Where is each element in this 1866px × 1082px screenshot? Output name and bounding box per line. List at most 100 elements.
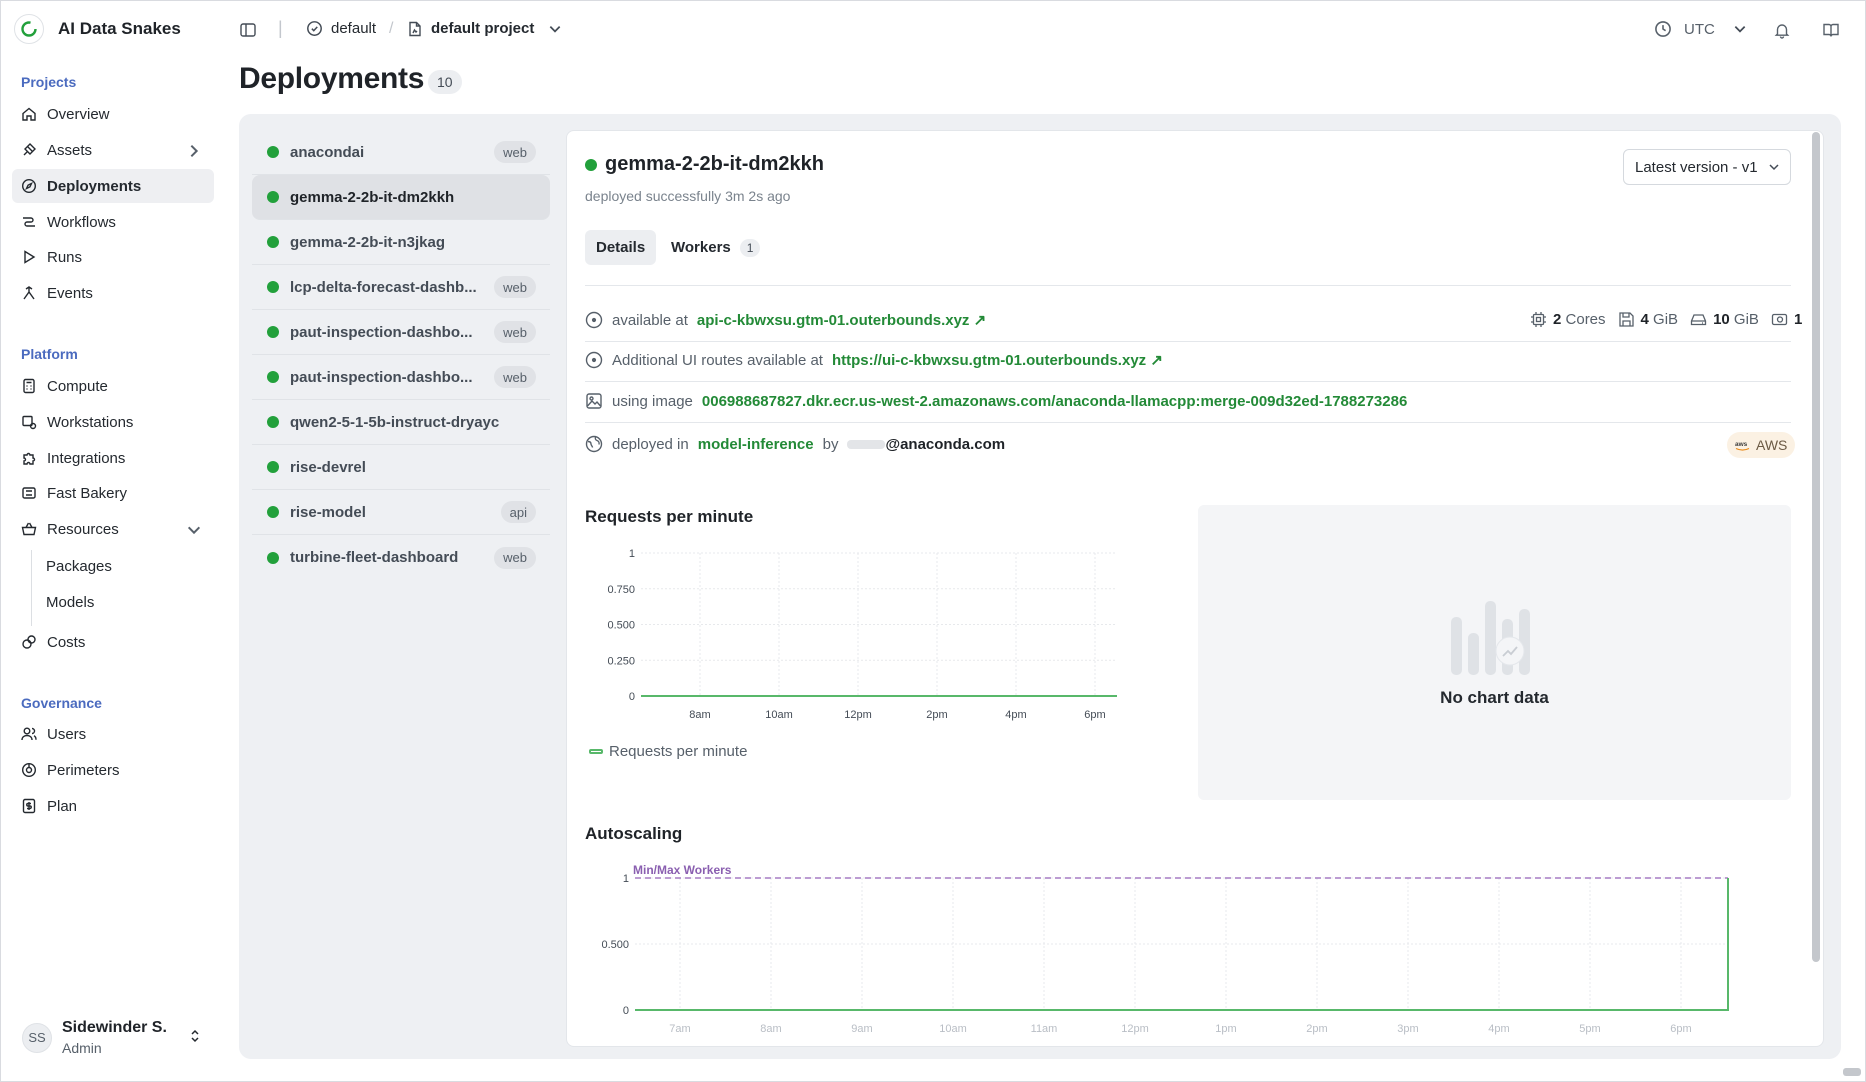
deployment-row[interactable]: turbine-fleet-dashboard web [252, 535, 550, 580]
sidebar-item-label: Deployments [47, 177, 142, 195]
sidebar-item-compute[interactable]: Compute [12, 369, 214, 403]
autoscaling-chart-title: Autoscaling [585, 824, 683, 843]
deployer-domain: @anaconda.com [885, 435, 1006, 453]
deployment-row[interactable]: gemma-2-2b-it-n3jkag [252, 220, 550, 265]
deployment-tag: web [494, 321, 536, 343]
sidebar-item-label: Overview [47, 105, 110, 123]
empty-chart-text: No chart data [1440, 688, 1549, 707]
perimeter-link[interactable]: model-inference [698, 436, 814, 453]
deployment-name: gemma-2-2b-it-n3jkag [290, 233, 446, 251]
deployment-row[interactable]: gemma-2-2b-it-dm2kkh [252, 175, 550, 220]
memory-value: 4 [1640, 311, 1649, 328]
sidebar-item-label: Events [47, 284, 93, 302]
status-dot [267, 416, 279, 428]
sidebar-item-assets[interactable]: Assets [12, 133, 214, 167]
deployment-row[interactable]: rise-model api [252, 490, 550, 535]
home-icon [22, 107, 36, 121]
divider [585, 285, 1791, 286]
users-icon [21, 727, 37, 741]
y-tick-label: 0.750 [607, 584, 635, 596]
sidebar-item-resources[interactable]: Resources [12, 512, 214, 546]
endpoint-link[interactable]: api-c-kbwxsu.gtm-01.outerbounds.xyz ↗ [697, 311, 986, 329]
endpoint-icon [585, 311, 603, 329]
clock-icon [1655, 21, 1671, 37]
sidebar-item-plan[interactable]: Plan [12, 789, 214, 823]
external-link-icon: ↗ [973, 312, 987, 329]
deployment-name: anacondai [290, 143, 365, 161]
sidebar-subitem-models[interactable]: Models [46, 594, 94, 611]
sidebar-item-label: Users [47, 725, 87, 743]
sidebar-item-users[interactable]: Users [12, 717, 214, 751]
horizontal-scrollbar[interactable] [1843, 1068, 1861, 1076]
aws-logo-icon: aws [1735, 441, 1750, 451]
sidebar-item-label: Costs [47, 633, 86, 651]
divider [585, 381, 1791, 382]
brand[interactable]: AI Data Snakes [14, 14, 181, 44]
sidebar-item-events[interactable]: Events [12, 276, 214, 310]
topbar-divider: | [278, 18, 283, 38]
vertical-scrollbar[interactable] [1812, 132, 1820, 962]
deployment-row[interactable]: rise-devrel [252, 445, 550, 490]
resource-summary: 2 Cores 4 GiB 10 GiB 1 [1530, 311, 1802, 328]
empty-chart-icon [1451, 601, 1530, 675]
user-profile[interactable]: SS Sidewinder S. Admin [22, 1019, 167, 1056]
external-link-icon: ↗ [1150, 352, 1163, 369]
version-select[interactable]: Latest version - v1 [1623, 149, 1791, 185]
tab-details[interactable]: Details [585, 230, 657, 265]
status-dot [267, 326, 279, 338]
bell-icon[interactable] [1773, 21, 1791, 39]
y-tick-label: 0.500 [601, 939, 629, 951]
deployment-row[interactable]: paut-inspection-dashbo... web [252, 310, 550, 355]
bakery-icon [22, 487, 36, 499]
requests-chart-legend[interactable]: Requests per minute [589, 743, 747, 760]
deployment-title: gemma-2-2b-it-dm2kkh [585, 153, 824, 176]
deployment-name: turbine-fleet-dashboard [290, 549, 459, 566]
sidebar-item-integrations[interactable]: Integrations [12, 441, 214, 475]
sidebar-toggle-icon[interactable] [239, 21, 257, 39]
perimeter-selector[interactable]: default [306, 20, 376, 37]
docs-book-icon[interactable] [1822, 21, 1840, 39]
sidebar-subitem-packages[interactable]: Packages [46, 558, 112, 575]
timezone-selector[interactable]: UTC [1654, 20, 1747, 38]
project-selector[interactable]: default project [407, 20, 562, 37]
sidebar-item-workstations[interactable]: Workstations [12, 405, 214, 439]
sidebar-item-runs[interactable]: Runs [12, 240, 214, 274]
sidebar-item-label: Resources [47, 520, 119, 538]
memory-unit: GiB [1653, 311, 1679, 328]
sidebar-item-workflows[interactable]: Workflows [12, 205, 214, 239]
deployment-row[interactable]: qwen2-5-1-5b-instruct-dryayc [252, 400, 550, 445]
x-tick-label: 3pm [1397, 1023, 1418, 1035]
endpoint-prefix: available at [612, 311, 688, 329]
deployment-row[interactable]: anacondai web [252, 130, 550, 175]
chevron-up-down-icon[interactable] [188, 1029, 202, 1043]
deployment-row[interactable]: lcp-delta-forecast-dashb... web [252, 265, 550, 310]
cloud-provider-badge: aws AWS [1727, 432, 1796, 458]
y-tick-label: 1 [629, 548, 635, 560]
disk-value: 10 [1713, 311, 1730, 328]
tab-workers[interactable]: Workers 1 [660, 230, 771, 265]
chevron-right-icon [190, 144, 199, 158]
image-link[interactable]: 006988687827.dkr.ecr.us-west-2.amazonaws… [702, 393, 1407, 410]
sidebar-item-perimeters[interactable]: Perimeters [12, 753, 214, 787]
coins-icon [22, 635, 36, 649]
sidebar-item-label: Integrations [47, 449, 126, 467]
ui-routes-link[interactable]: https://ui-c-kbwxsu.gtm-01.outerbounds.x… [832, 351, 1163, 369]
divider [585, 422, 1791, 423]
sidebar-item-deployments[interactable]: Deployments [12, 169, 214, 203]
x-tick-label: 9am [851, 1023, 872, 1035]
legend-label: Requests per minute [609, 743, 748, 760]
sidebar-item-label: Fast Bakery [47, 484, 128, 502]
sidebar-item-overview[interactable]: Overview [12, 97, 214, 131]
user-role: Admin [62, 1040, 102, 1056]
status-dot [267, 281, 279, 293]
image-icon [586, 393, 602, 409]
ui-routes-row: Additional UI routes available at https:… [585, 351, 1163, 369]
deployment-tag: web [494, 546, 536, 569]
deployment-row[interactable]: paut-inspection-dashbo... web [252, 355, 550, 400]
deployments-count-badge: 10 [428, 70, 462, 94]
sidebar-item-fast-bakery[interactable]: Fast Bakery [12, 476, 214, 510]
cpu-cores: 2 Cores [1553, 311, 1606, 328]
sidebar-item-costs[interactable]: Costs [12, 625, 214, 659]
x-tick-label: 2pm [1306, 1023, 1327, 1035]
events-icon [23, 286, 35, 300]
